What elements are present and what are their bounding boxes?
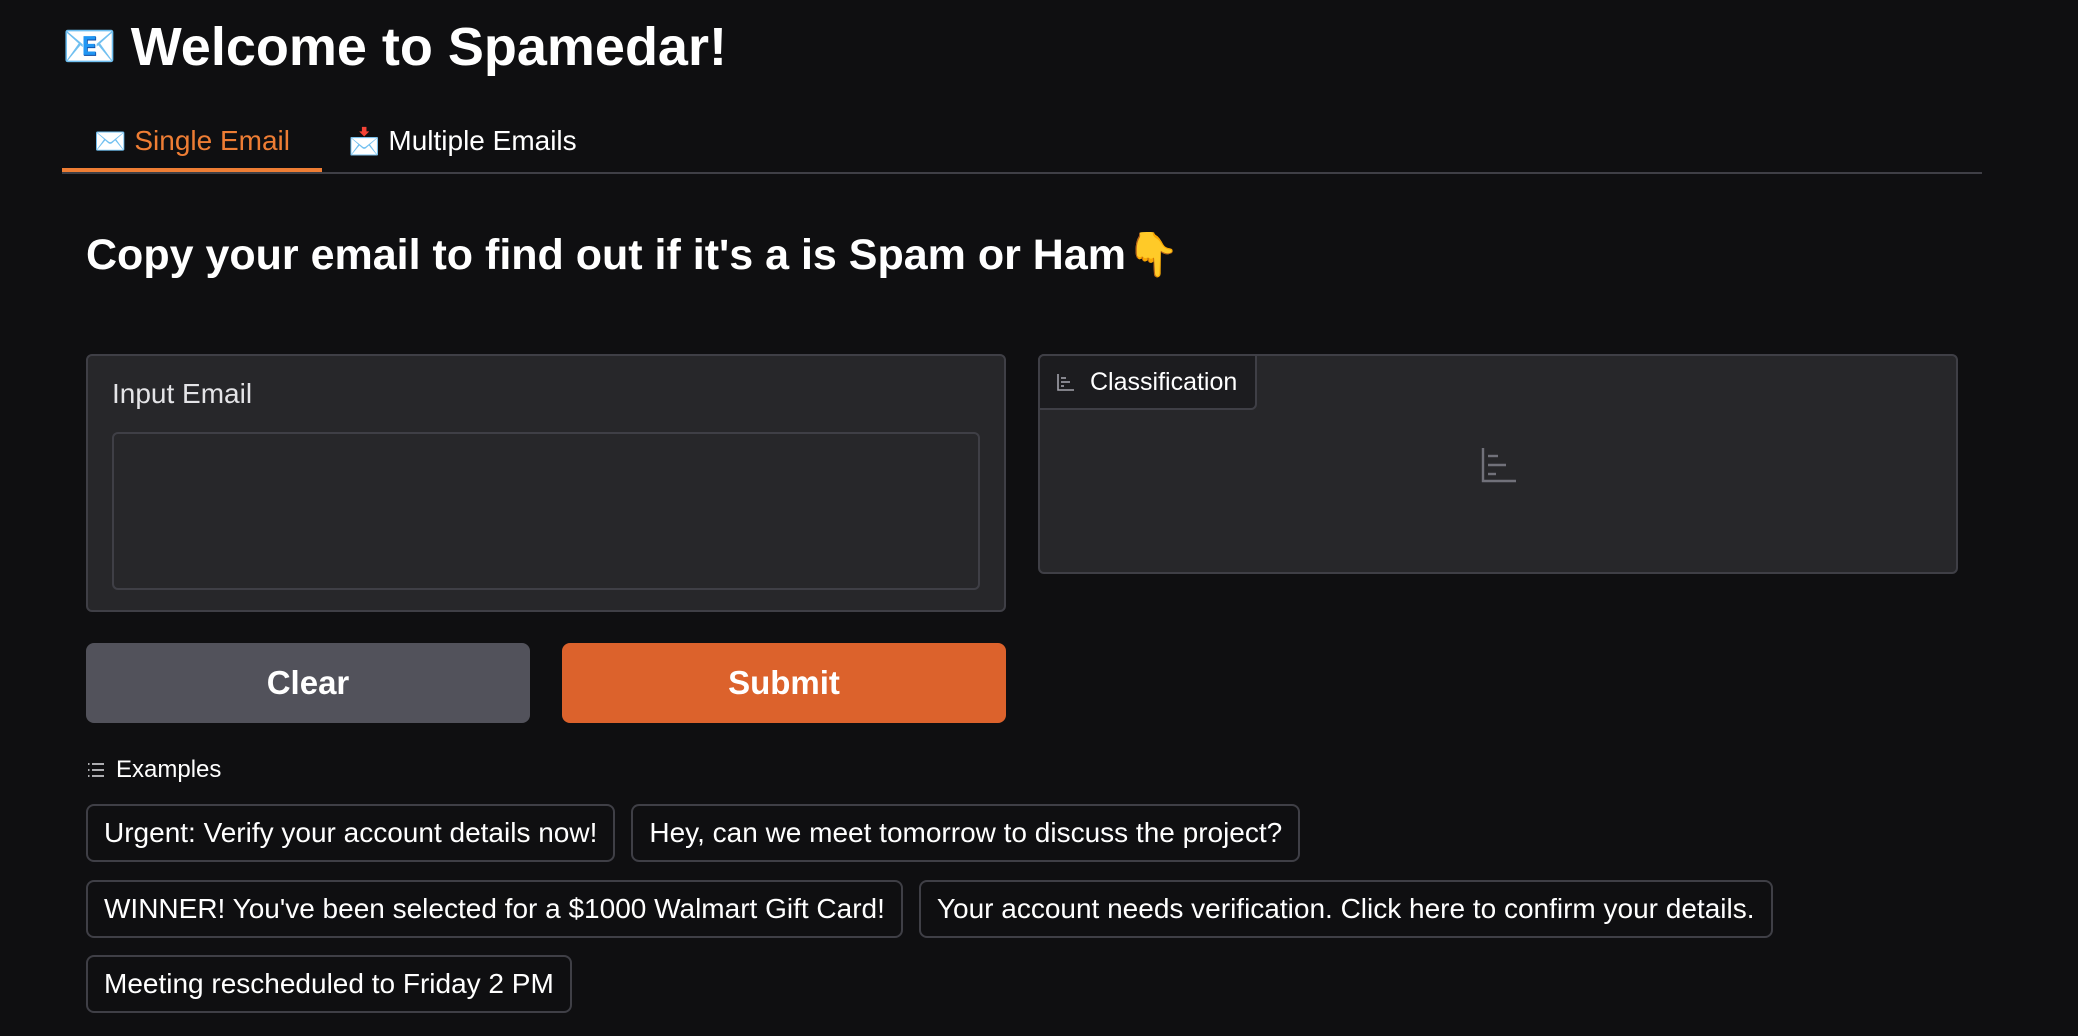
example-item[interactable]: Meeting rescheduled to Friday 2 PM xyxy=(86,955,572,1013)
list-icon xyxy=(88,763,104,777)
bar-chart-icon xyxy=(1481,448,1516,483)
examples-label: Examples xyxy=(116,756,222,783)
example-item[interactable]: Urgent: Verify your account details now! xyxy=(86,804,616,862)
tab-label: Single Email xyxy=(134,125,291,156)
pointing-down-icon: 👇 xyxy=(1125,231,1180,279)
classification-label-tag: Classification xyxy=(1038,354,1258,410)
page-title: 📧 Welcome to Spamedar! xyxy=(62,14,727,80)
classification-panel: Classification xyxy=(1038,354,1958,574)
clear-button[interactable]: Clear xyxy=(86,643,530,723)
tab-label: Multiple Emails xyxy=(388,125,577,156)
input-email-panel: Input Email xyxy=(86,354,1006,612)
tab-bar: ✉️ Single Email 📩 Multiple Emails xyxy=(61,112,1982,174)
heading-text: Copy your email to find out if it's a is… xyxy=(86,231,1126,279)
submit-button[interactable]: Submit xyxy=(562,643,1006,723)
app-page: 📧 Welcome to Spamedar! ✉️ Single Email 📩… xyxy=(0,0,2078,1036)
email-input[interactable] xyxy=(112,432,980,590)
examples-header: Examples xyxy=(86,756,221,784)
example-item[interactable]: Your account needs verification. Click h… xyxy=(918,880,1773,938)
envelope-icon: ✉️ xyxy=(94,125,127,156)
input-email-label: Input Email xyxy=(112,378,253,409)
page-title-text: Welcome to Spamedar! xyxy=(130,17,727,77)
instruction-heading: Copy your email to find out if it's a is… xyxy=(86,225,1180,285)
example-item[interactable]: Hey, can we meet tomorrow to discuss the… xyxy=(631,804,1301,862)
examples-row: WINNER! You've been selected for a $1000… xyxy=(86,880,1773,938)
bar-chart-icon xyxy=(1057,374,1074,391)
examples-row: Urgent: Verify your account details now!… xyxy=(86,804,1301,862)
example-item[interactable]: WINNER! You've been selected for a $1000… xyxy=(86,880,903,938)
classification-label: Classification xyxy=(1090,367,1238,396)
envelope-icon: 📧 xyxy=(62,22,117,71)
envelope-with-arrow-icon: 📩 xyxy=(348,125,381,156)
tab-single-email[interactable]: ✉️ Single Email xyxy=(61,112,323,172)
examples-row: Meeting rescheduled to Friday 2 PM xyxy=(86,955,572,1013)
tab-multiple-emails[interactable]: 📩 Multiple Emails xyxy=(348,112,577,170)
